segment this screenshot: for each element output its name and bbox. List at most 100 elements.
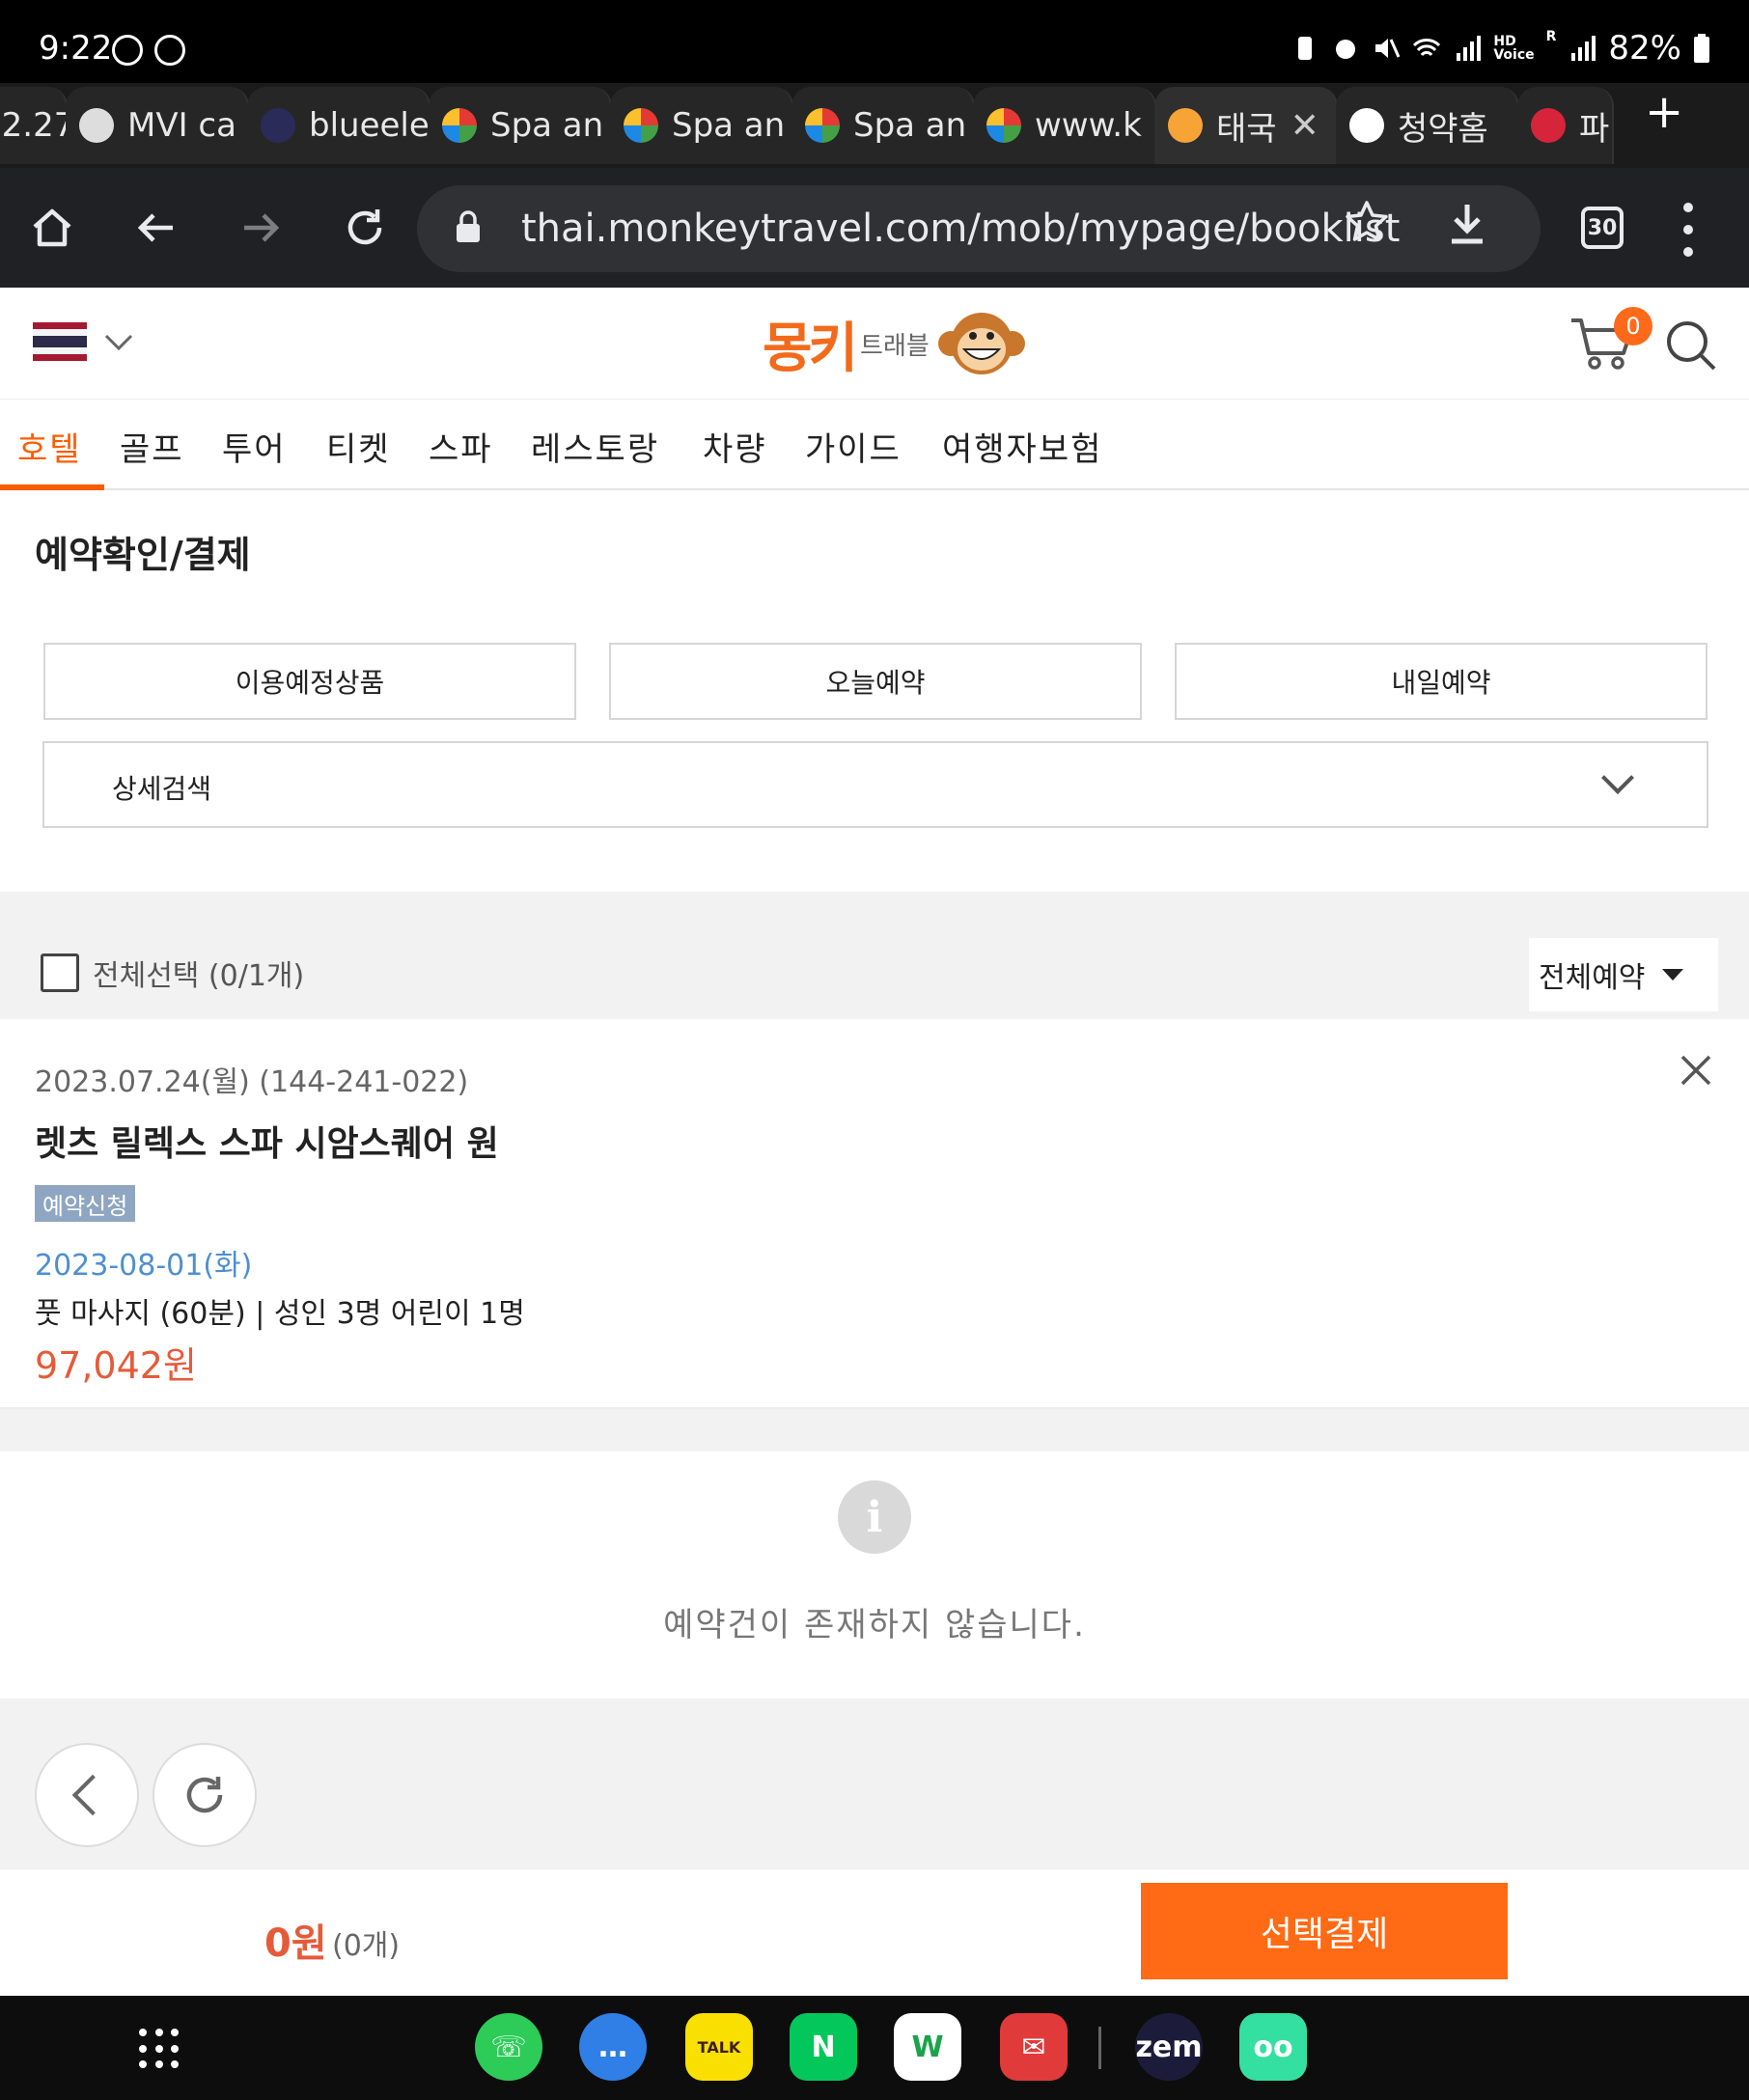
remove-booking-button[interactable] [1680,1048,1712,1097]
page-back-button[interactable] [35,1743,139,1847]
tab-title: 청약홈 [1398,109,1488,149]
browser-tab[interactable]: 태국 ✕ [1154,87,1338,164]
category-tab[interactable]: 호텔 [17,423,82,470]
tab-title: 태국 [1216,109,1277,149]
filter-upcoming-button[interactable]: 이용예정상품 [43,643,576,720]
kebab-icon-dot [1683,203,1693,212]
download-button[interactable] [1446,201,1488,259]
kakaotalk-app-icon[interactable]: TALK [685,2013,753,2081]
browser-tab[interactable]: Spa an [610,87,793,164]
browser-tab[interactable]: 청약홈 [1336,87,1519,164]
selected-count: (0개) [332,1929,401,1963]
category-tab[interactable]: 스파 [429,423,493,470]
close-tab-icon[interactable]: ✕ [1291,106,1319,146]
tab-title: 파 [1579,109,1610,149]
chevron-down-icon[interactable] [104,326,133,360]
mute-icon [1375,39,1401,58]
page-title: 예약확인/결제 [35,534,251,576]
arrow-right-icon [244,213,280,242]
cart-count-badge: 0 [1614,307,1652,345]
browser-tab[interactable]: www.k [973,87,1156,164]
browser-tab[interactable]: blueele [247,87,430,164]
naver-app-icon[interactable]: N [790,2013,857,2081]
site-logo[interactable]: 몽키 트래블 [763,301,1026,386]
arrow-left-icon [137,213,173,242]
chevron-down-icon [1601,761,1634,794]
detail-search-toggle[interactable]: 상세검색 [42,741,1708,828]
filter-tomorrow-button[interactable]: 내일예약 [1175,643,1707,720]
category-tab[interactable]: 레스토랑 [531,423,659,470]
bookmark-star-button[interactable] [1344,199,1390,257]
kebab-icon-dot [1683,225,1693,235]
battery-icon [1694,34,1709,63]
forward-button[interactable] [230,197,292,259]
mail-glyph: ✉ [1021,2030,1046,2064]
browser-tab[interactable]: 파 [1517,87,1614,164]
new-tab-button[interactable]: + [1645,89,1683,135]
status-time: 9:22 [39,29,113,68]
thailand-flag-icon[interactable] [33,322,87,361]
wifi-icon [1413,39,1441,57]
category-tab[interactable]: 차량 [703,423,767,470]
detail-search-label: 상세검색 [112,773,212,805]
browser-tab[interactable]: Spa an [791,87,975,164]
browser-tab[interactable]: 72.27 [0,87,68,164]
back-button[interactable] [125,197,187,259]
tab-switcher-button[interactable]: 30 [1581,207,1624,249]
browser-tab-strip: 72.27 MVI ca blueele Spa an Spa an Spa an www.… [0,83,1749,168]
bottom-controls-area [0,1699,1749,1868]
tab-title: 72.27 [0,106,66,145]
status-badge: 예약신청 [35,1185,136,1222]
select-all-label: 전체선택 (0/1개) [93,959,305,993]
tripadvisor-app-icon[interactable]: oo [1239,2013,1307,2081]
mail-app-icon[interactable]: ✉ [1000,2013,1068,2081]
booking-type-value: 전체예약 [1539,961,1646,995]
home-icon [33,208,71,247]
naver-works-app-icon[interactable]: W [894,2013,961,2081]
search-icon[interactable] [1664,318,1718,373]
booking-type-select[interactable]: 전체예약 [1529,938,1718,1011]
zem-app-icon[interactable]: zem [1135,2013,1203,2081]
select-all-checkbox[interactable] [41,953,79,992]
address-bar[interactable]: thai.monkeytravel.com/mob/mypage/booklis… [417,185,1541,272]
chevron-left-icon [71,1774,114,1816]
home-button[interactable] [21,197,83,259]
close-icon [1680,1055,1711,1086]
booking-title[interactable]: 렛츠 릴렉스 스파 시암스퀘어 원 [35,1116,499,1166]
favicon-icon [986,108,1021,143]
messages-glyph: … [598,2030,627,2064]
refresh-icon [186,1777,223,1813]
favicon-icon [1531,108,1566,143]
lock-icon [457,210,480,242]
kebab-icon-dot [1683,247,1693,257]
booking-use-date: 2023-08-01(화) [35,1249,253,1283]
messages-app-icon[interactable]: … [579,2013,647,2081]
pay-selected-button[interactable]: 선택결제 [1141,1883,1508,1979]
reload-button[interactable] [334,197,396,259]
booking-date-number: 2023.07.24(월) (144-241-022) [35,1065,469,1099]
category-tab[interactable]: 투어 [222,423,287,470]
select-all-control[interactable]: 전체선택 (0/1개) [41,952,304,994]
browser-tab[interactable]: Spa an [429,87,612,164]
payment-bar: 0원 (0개) 선택결제 [0,1868,1749,1996]
signal-icon [1457,36,1482,61]
app-drawer-icon[interactable] [139,2029,181,2071]
page-refresh-button[interactable] [153,1743,257,1847]
naver-works-glyph: W [911,2030,944,2064]
filter-today-button[interactable]: 오늘예약 [609,643,1142,720]
phone-app-icon[interactable]: ☏ [475,2013,542,2081]
tab-title: www.k [1035,106,1142,145]
naver-glyph: N [811,2030,836,2064]
category-nav: 호텔 골프 투어 티켓 스파 레스토랑 차량 가이드 여행자보험 [0,400,1749,490]
booking-card[interactable]: 2023.07.24(월) (144-241-022) 렛츠 릴렉스 스파 시암… [0,1019,1749,1409]
category-tab[interactable]: 티켓 [326,423,391,470]
battery-saver-icon [1298,37,1313,60]
favicon-icon [261,108,295,143]
category-tab[interactable]: 골프 [120,423,184,470]
browser-tab[interactable]: MVI ca [66,87,249,164]
category-tab[interactable]: 가이드 [805,423,902,470]
phone-glyph: ☏ [490,2030,527,2064]
browser-menu-button[interactable] [1683,203,1695,257]
logo-main-text: 몽키 [763,317,858,380]
category-tab[interactable]: 여행자보험 [942,423,1102,470]
